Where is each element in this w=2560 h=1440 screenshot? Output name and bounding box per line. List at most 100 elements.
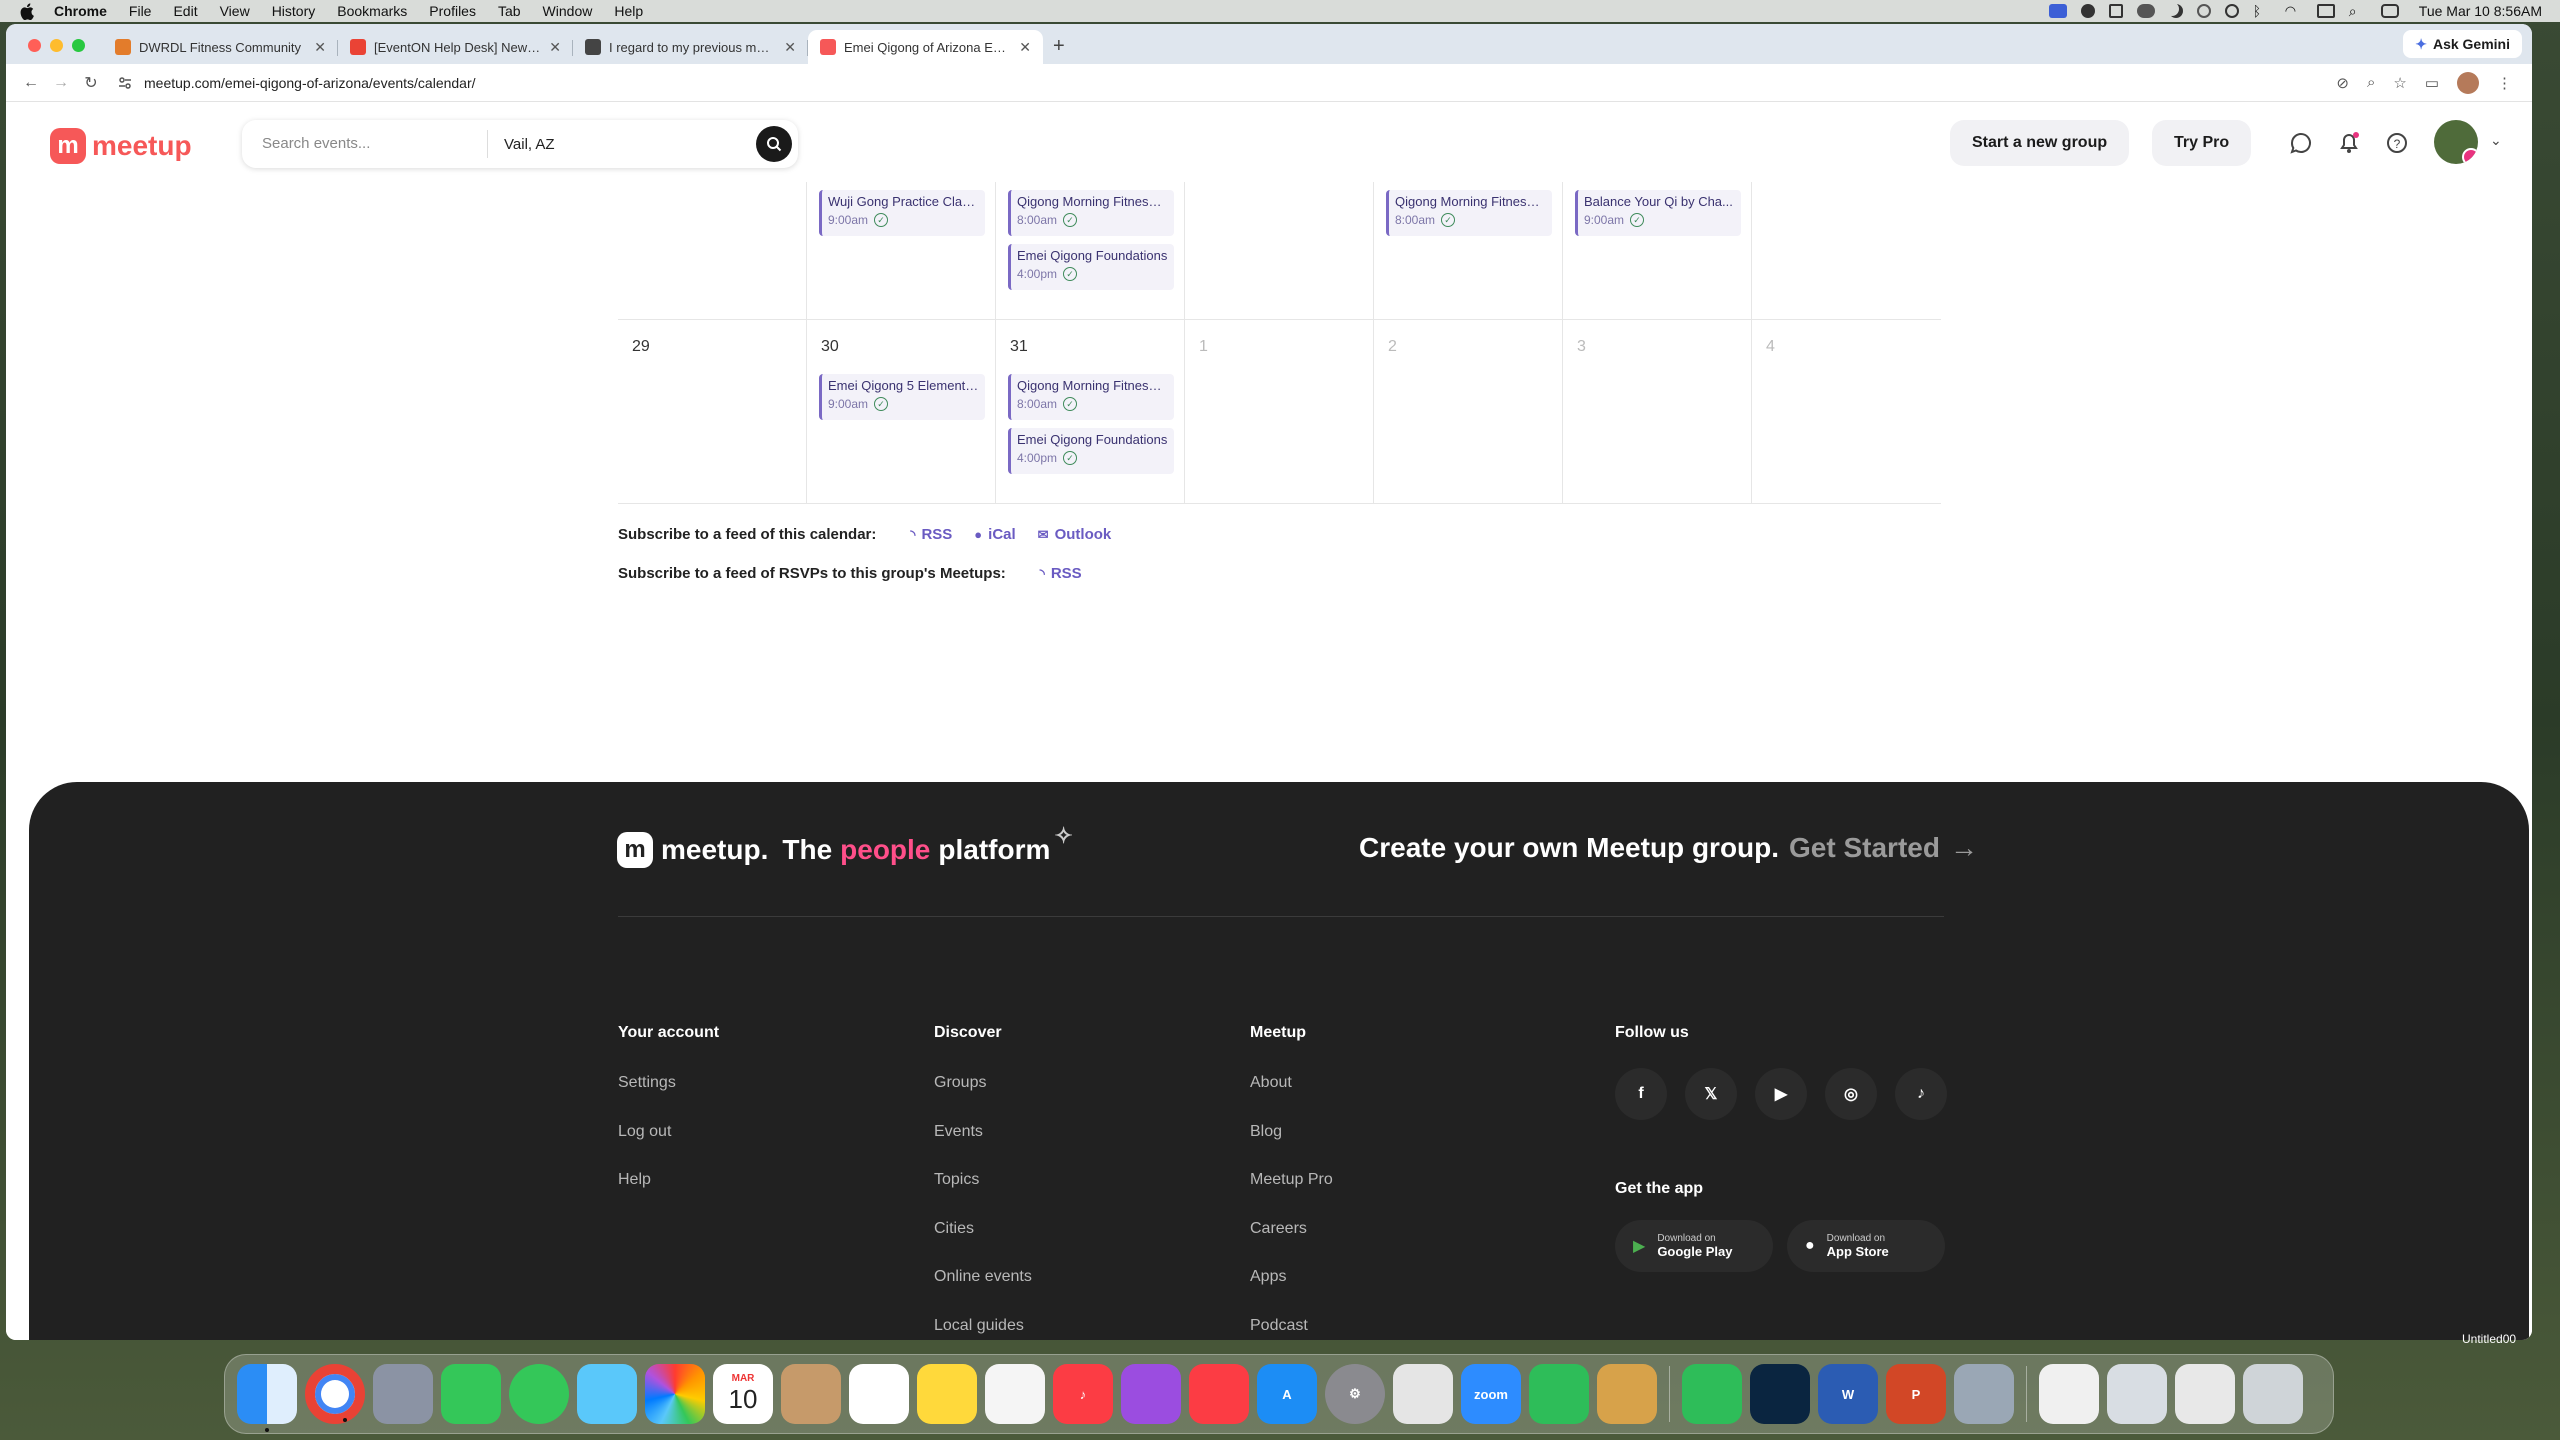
footer-link[interactable]: Cities xyxy=(934,1220,1032,1269)
event-chip[interactable]: Emei Qigong Foundations 4:00pm ✓ xyxy=(1008,428,1174,474)
calendar-day-cell[interactable]: Qigong Morning Fitness ... 8:00am ✓ Emei … xyxy=(996,182,1185,320)
launchpad-icon[interactable] xyxy=(373,1364,433,1424)
calendar-day-cell[interactable]: 1 xyxy=(1185,320,1374,504)
calendar-day-cell[interactable]: 30 Emei Qigong 5 Elements... 9:00am ✓ xyxy=(807,320,996,504)
site-info-icon[interactable] xyxy=(118,76,132,90)
back-arrow-icon[interactable]: ← xyxy=(16,74,46,92)
event-chip[interactable]: Wuji Gong Practice Clas... 9:00am ✓ xyxy=(819,190,985,236)
new-tab-button[interactable]: + xyxy=(1043,35,1075,64)
script-editor-icon[interactable] xyxy=(1393,1364,1453,1424)
contacts-icon[interactable] xyxy=(781,1364,841,1424)
footer-link[interactable]: Blog xyxy=(1250,1123,1333,1172)
zoom-icon[interactable]: ⌕ xyxy=(2367,74,2375,91)
close-tab-icon[interactable]: ✕ xyxy=(784,39,796,56)
search-icon[interactable]: ⌕ xyxy=(2349,4,2367,18)
apple-menu-icon[interactable] xyxy=(20,2,38,20)
news-icon[interactable] xyxy=(1189,1364,1249,1424)
bluetooth-icon[interactable]: ᛒ xyxy=(2253,4,2271,18)
location-input[interactable]: Vail, AZ xyxy=(488,136,756,153)
calendar-day-cell[interactable] xyxy=(618,182,807,320)
tab-dwrdl[interactable]: DWRDL Fitness Community ✕ xyxy=(103,30,338,64)
user-avatar[interactable] xyxy=(2434,120,2478,164)
outlook-link[interactable]: ✉ Outlook xyxy=(1038,526,1112,543)
eye-off-icon[interactable]: ⊘ xyxy=(2336,74,2349,92)
freeform-icon[interactable] xyxy=(985,1364,1045,1424)
footer-link[interactable]: Careers xyxy=(1250,1220,1333,1269)
menu-window[interactable]: Window xyxy=(543,3,593,19)
close-tab-icon[interactable]: ✕ xyxy=(549,39,561,56)
calendar-day-cell[interactable]: Wuji Gong Practice Clas... 9:00am ✓ xyxy=(807,182,996,320)
tab-gmail[interactable]: [EventON Help Desk] New re ✕ xyxy=(338,30,573,64)
menu-history[interactable]: History xyxy=(272,3,316,19)
chevron-down-icon[interactable]: ⌄ xyxy=(2490,132,2502,149)
reload-icon[interactable]: ↻ xyxy=(76,73,106,93)
podcasts-icon[interactable] xyxy=(1121,1364,1181,1424)
footer-link[interactable]: Podcast xyxy=(1250,1317,1333,1341)
footer-link[interactable]: Apps xyxy=(1250,1268,1333,1317)
bookmark-star-icon[interactable]: ☆ xyxy=(2393,74,2406,92)
footer-link[interactable]: Log out xyxy=(618,1123,719,1172)
recent-app-icon[interactable] xyxy=(1682,1364,1742,1424)
photoshop-icon[interactable] xyxy=(1750,1364,1810,1424)
messaging-app-icon[interactable] xyxy=(1529,1364,1589,1424)
control-center-icon[interactable] xyxy=(2380,4,2399,18)
maps-icon[interactable] xyxy=(577,1364,637,1424)
footer-link[interactable]: Online events xyxy=(934,1268,1032,1317)
rsvp-rss-link[interactable]: ◝ RSS xyxy=(1040,565,1082,582)
music-icon[interactable]: ♪ xyxy=(1053,1364,1113,1424)
calendar-day-cell[interactable]: 31 Qigong Morning Fitness ... 8:00am ✓ Em… xyxy=(996,320,1185,504)
calendar-day-cell[interactable]: 2 xyxy=(1374,320,1563,504)
messages-icon[interactable] xyxy=(2288,130,2314,156)
footer-link[interactable]: Groups xyxy=(934,1074,1032,1123)
downloads-stack-icon[interactable] xyxy=(2175,1364,2235,1424)
event-chip[interactable]: Qigong Morning Fitness ... 8:00am ✓ xyxy=(1386,190,1552,236)
menu-tab[interactable]: Tab xyxy=(498,3,521,19)
notifications-bell-icon[interactable] xyxy=(2336,130,2362,156)
footer-link[interactable]: Help xyxy=(618,1171,719,1220)
calendar-day-cell[interactable]: 3 xyxy=(1563,320,1752,504)
time-machine-icon[interactable] xyxy=(2196,4,2211,18)
rss-link[interactable]: ◝ RSS xyxy=(910,526,952,543)
image-capture-icon[interactable] xyxy=(1954,1364,2014,1424)
event-chip[interactable]: Emei Qigong Foundations 4:00pm ✓ xyxy=(1008,244,1174,290)
get-started-link[interactable]: Get Started xyxy=(1789,832,1940,864)
tiktok-icon[interactable]: ♪ xyxy=(1895,1068,1947,1120)
start-new-group-button[interactable]: Start a new group xyxy=(1950,120,2130,166)
event-chip[interactable]: Qigong Morning Fitness ... 8:00am ✓ xyxy=(1008,190,1174,236)
search-events-input[interactable]: Search events... xyxy=(242,130,488,158)
search-button[interactable] xyxy=(756,126,792,162)
footer-link[interactable]: Events xyxy=(934,1123,1032,1172)
app-store-button[interactable]: ● Download on App Store xyxy=(1787,1220,1945,1272)
menu-help[interactable]: Help xyxy=(614,3,643,19)
meetup-logo[interactable]: m meetup xyxy=(50,128,192,164)
finder-icon[interactable] xyxy=(237,1364,297,1432)
calendar-app-icon[interactable]: MAR 10 xyxy=(713,1364,773,1424)
play-icon[interactable] xyxy=(2224,4,2239,18)
menu-app-name[interactable]: Chrome xyxy=(54,3,107,19)
notes-icon[interactable] xyxy=(2108,4,2123,18)
wifi-icon[interactable]: ◠ xyxy=(2285,4,2303,18)
close-tab-icon[interactable]: ✕ xyxy=(1019,39,1031,56)
menu-bookmarks[interactable]: Bookmarks xyxy=(337,3,407,19)
try-pro-button[interactable]: Try Pro xyxy=(2152,120,2252,166)
youtube-icon[interactable]: ▶ xyxy=(1755,1068,1807,1120)
tab-message[interactable]: I regard to my previous mess ✕ xyxy=(573,30,808,64)
event-chip[interactable]: Qigong Morning Fitness ... 8:00am ✓ xyxy=(1008,374,1174,420)
side-panel-icon[interactable]: ▭ xyxy=(2425,74,2439,92)
menubar-clock[interactable]: Tue Mar 10 8:56AM xyxy=(2419,3,2542,19)
x-twitter-icon[interactable]: 𝕏 xyxy=(1685,1068,1737,1120)
close-tab-icon[interactable]: ✕ xyxy=(314,39,326,56)
calendar-day-cell[interactable] xyxy=(1752,182,1941,320)
reminders-icon[interactable] xyxy=(849,1364,909,1424)
address-bar[interactable]: meetup.com/emei-qigong-of-arizona/events… xyxy=(106,68,2336,98)
menu-profiles[interactable]: Profiles xyxy=(429,3,476,19)
facebook-icon[interactable]: f xyxy=(1615,1068,1667,1120)
footer-link[interactable]: Local guides xyxy=(934,1317,1032,1341)
event-chip[interactable]: Balance Your Qi by Cha... 9:00am ✓ xyxy=(1575,190,1741,236)
zoom-window-button[interactable] xyxy=(72,39,85,52)
photos-icon[interactable] xyxy=(645,1364,705,1424)
profile-avatar[interactable] xyxy=(2457,71,2479,94)
grammarly-icon[interactable] xyxy=(2080,4,2095,18)
ask-gemini-button[interactable]: ✦ Ask Gemini xyxy=(2403,30,2522,58)
menu-file[interactable]: File xyxy=(129,3,152,19)
